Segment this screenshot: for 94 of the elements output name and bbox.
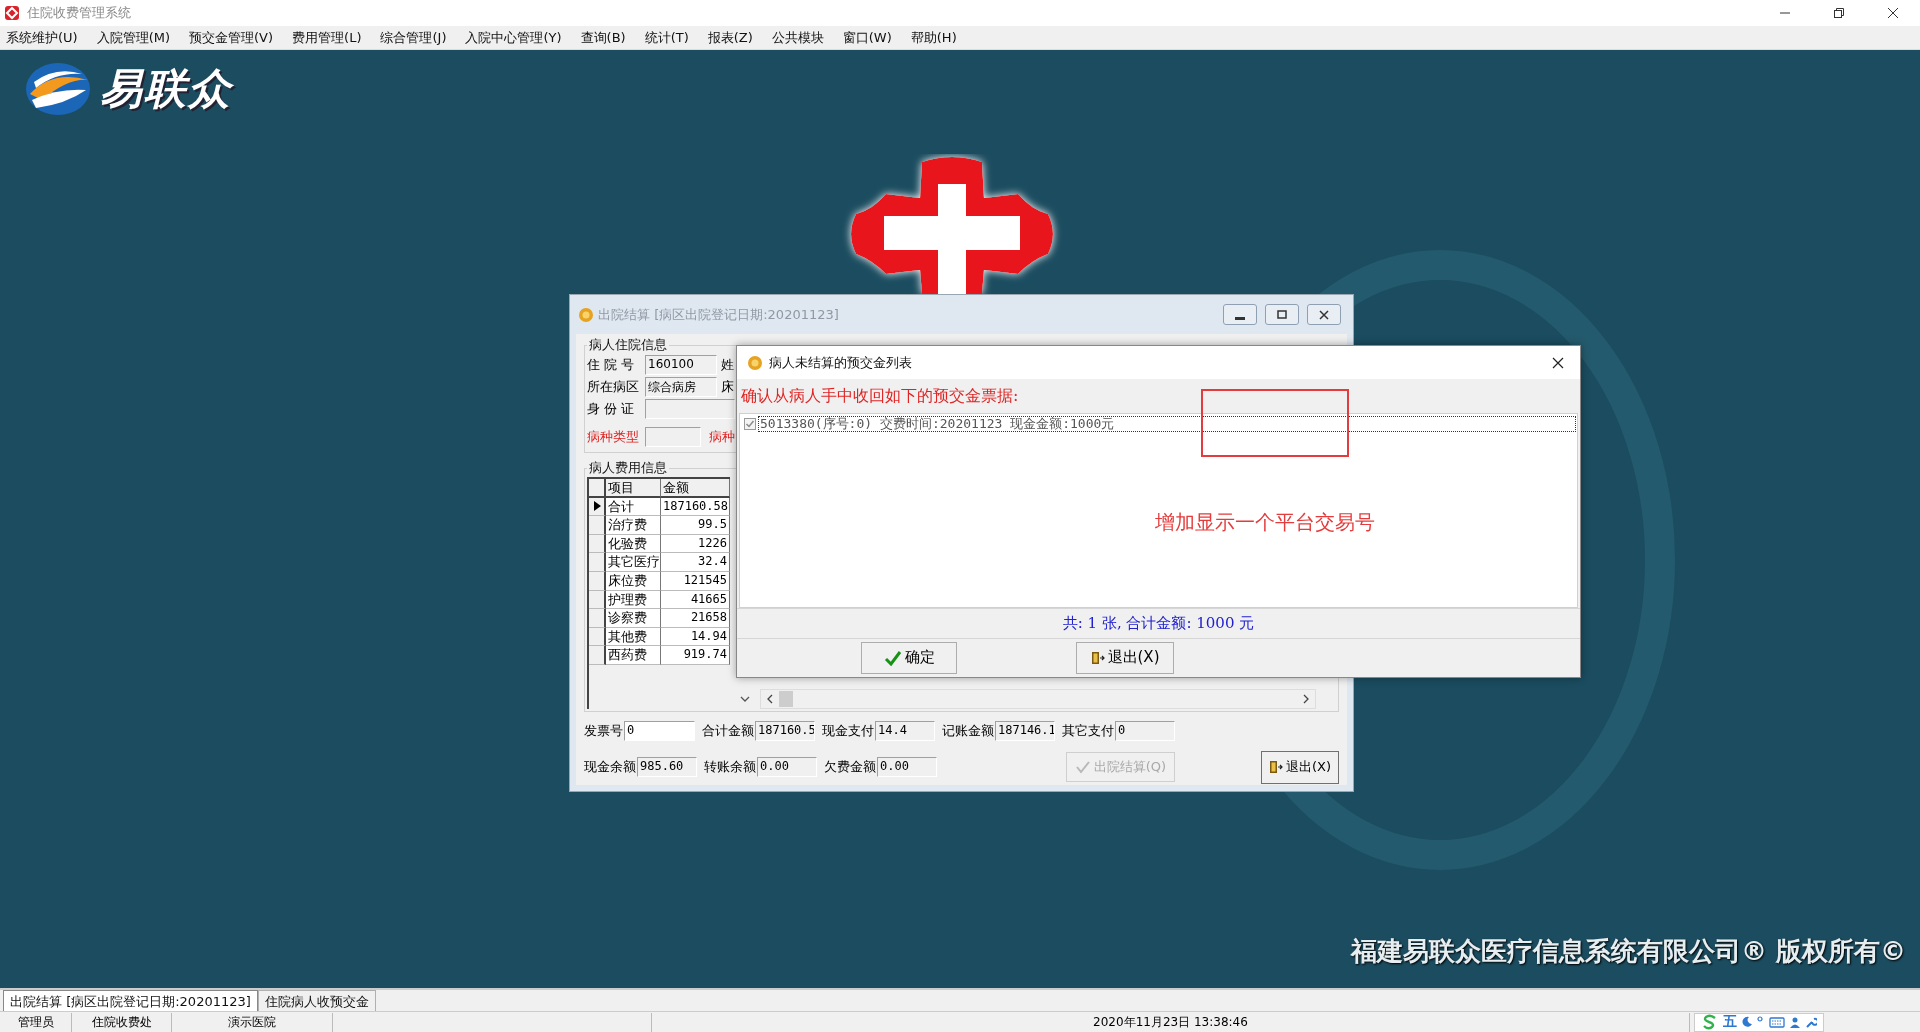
scroll-left-icon [765,694,775,704]
text-field[interactable]: 0.00 [757,757,817,777]
group-label: 病人住院信息 [588,336,668,354]
minimize-button[interactable] [1223,304,1257,325]
summary-text: 共: 1 张, 合计金额: 1000 元 [737,608,1580,638]
window-tab[interactable]: 住院病人收预交金 [257,990,376,1011]
menu-item[interactable]: 公共模块 [771,28,824,47]
restore-icon [1832,7,1846,19]
group-label: 病人费用信息 [588,459,668,477]
dialog-title: 病人未结算的预交金列表 [769,353,912,372]
app-icon [4,5,20,21]
table-cell: 其它医疗 [606,553,661,572]
menu-item[interactable]: 报表(Z) [707,28,753,47]
table-cell: 99.5 [661,516,730,535]
table-cell: 治疗费 [606,516,661,535]
close-icon [1886,7,1900,19]
check-icon [883,649,902,666]
field-label: 所在病区 [587,378,640,396]
confirm-button[interactable]: 确定 [861,641,957,674]
menu-item[interactable]: 入院中心管理(Y) [465,28,562,47]
close-button[interactable] [1307,304,1341,325]
column-header: 金额 [661,479,730,498]
text-field[interactable] [645,399,735,419]
exit-button[interactable]: 退出(X) [1076,641,1174,674]
chevron-down-icon [740,695,750,703]
field-label: 姓 [721,356,734,374]
column-header: 项目 [606,479,661,498]
ime-mode-label[interactable]: 五 [1723,1013,1737,1031]
text-field[interactable] [645,427,701,447]
field-label: 病种 [709,428,735,446]
door-exit-icon [1268,760,1283,774]
coin-icon [747,354,763,371]
table-cell: 919.74 [661,646,730,665]
copyright-text: 福建易联众医疗信息系统有限公司® 版权所有© [1350,935,1906,968]
maximize-icon [1274,307,1290,322]
horizontal-scrollbar[interactable] [760,689,1316,709]
coin-icon [578,306,594,323]
exit-button[interactable]: 退出(X) [1261,750,1339,784]
keyboard-icon [1769,1016,1785,1028]
field-label: 身 份 证 [587,400,636,418]
moon-icon [1741,1016,1753,1028]
table-cell: 西药费 [606,646,661,665]
dialog-title: 出院结算 [病区出院登记日期:20201123] [598,305,839,324]
text-field[interactable]: 0 [1115,721,1175,741]
menu-item[interactable]: 查询(B) [580,28,626,47]
annotation-text: 增加显示一个平台交易号 [1155,509,1375,536]
field-label: 记账金额 [942,722,994,740]
scroll-right-icon [1301,694,1311,704]
prompt-text: 确认从病人手中收回如下的预交金票据: [740,385,1020,407]
field-label: 床 [721,378,734,396]
status-cell: 管理员 [0,1012,72,1032]
menu-item[interactable]: 统计(T) [644,28,689,47]
logo-text: 易联众 [100,63,232,115]
menu-item[interactable]: 预交金管理(V) [189,28,274,47]
scroll-thumb[interactable] [779,691,793,707]
text-field[interactable]: 0.00 [877,757,937,777]
field-label: 发票号 [584,722,623,740]
row-pointer-icon [592,501,601,512]
checkbox[interactable] [744,417,756,430]
window-tab[interactable]: 出院结算 [病区出院登记日期:20201123] [3,990,258,1011]
text-field[interactable]: 14.4 [875,721,935,741]
window-title: 住院收费管理系统 [27,4,131,22]
table-cell: 32.4 [661,553,730,572]
field-label: 转账余额 [704,758,756,776]
text-field[interactable]: 0 [624,721,695,741]
menu-item[interactable]: 系统维护(U) [6,28,78,47]
minimize-icon [1235,317,1245,320]
field-label: 病种类型 [587,428,640,446]
field-label: 住 院 号 [587,356,636,374]
menu-item[interactable]: 综合管理(J) [380,28,447,47]
menu-item[interactable]: 入院管理(M) [96,28,171,47]
check-icon [1074,760,1091,774]
menu-item[interactable]: 费用管理(L) [292,28,362,47]
table-cell: 21658 [661,609,730,628]
text-field[interactable]: 187160.5 [755,721,815,741]
field-label: 现金余额 [584,758,636,776]
text-field[interactable]: 160100 [645,355,717,375]
text-field[interactable]: 综合病房 [645,377,717,397]
text-field[interactable]: 985.60 [637,757,697,777]
status-cell: 住院收费处 [72,1012,172,1032]
close-icon [1552,356,1564,369]
table-cell: 诊察费 [606,609,661,628]
status-cell: 演示医院 [172,1012,333,1032]
field-label: 现金支付 [822,722,874,740]
field-label: 合计金额 [702,722,754,740]
maximize-button[interactable] [1265,304,1299,325]
field-label: 其它支付 [1062,722,1114,740]
close-icon [1316,307,1332,322]
person-icon [1789,1016,1801,1028]
menu-item[interactable]: 窗口(W) [842,28,892,47]
field-label: 欠费金额 [824,758,876,776]
door-exit-icon [1090,650,1105,665]
menu-item[interactable]: 帮助(H) [910,28,957,47]
status-datetime: 2020年11月23日 13:38:46 [652,1012,1690,1032]
